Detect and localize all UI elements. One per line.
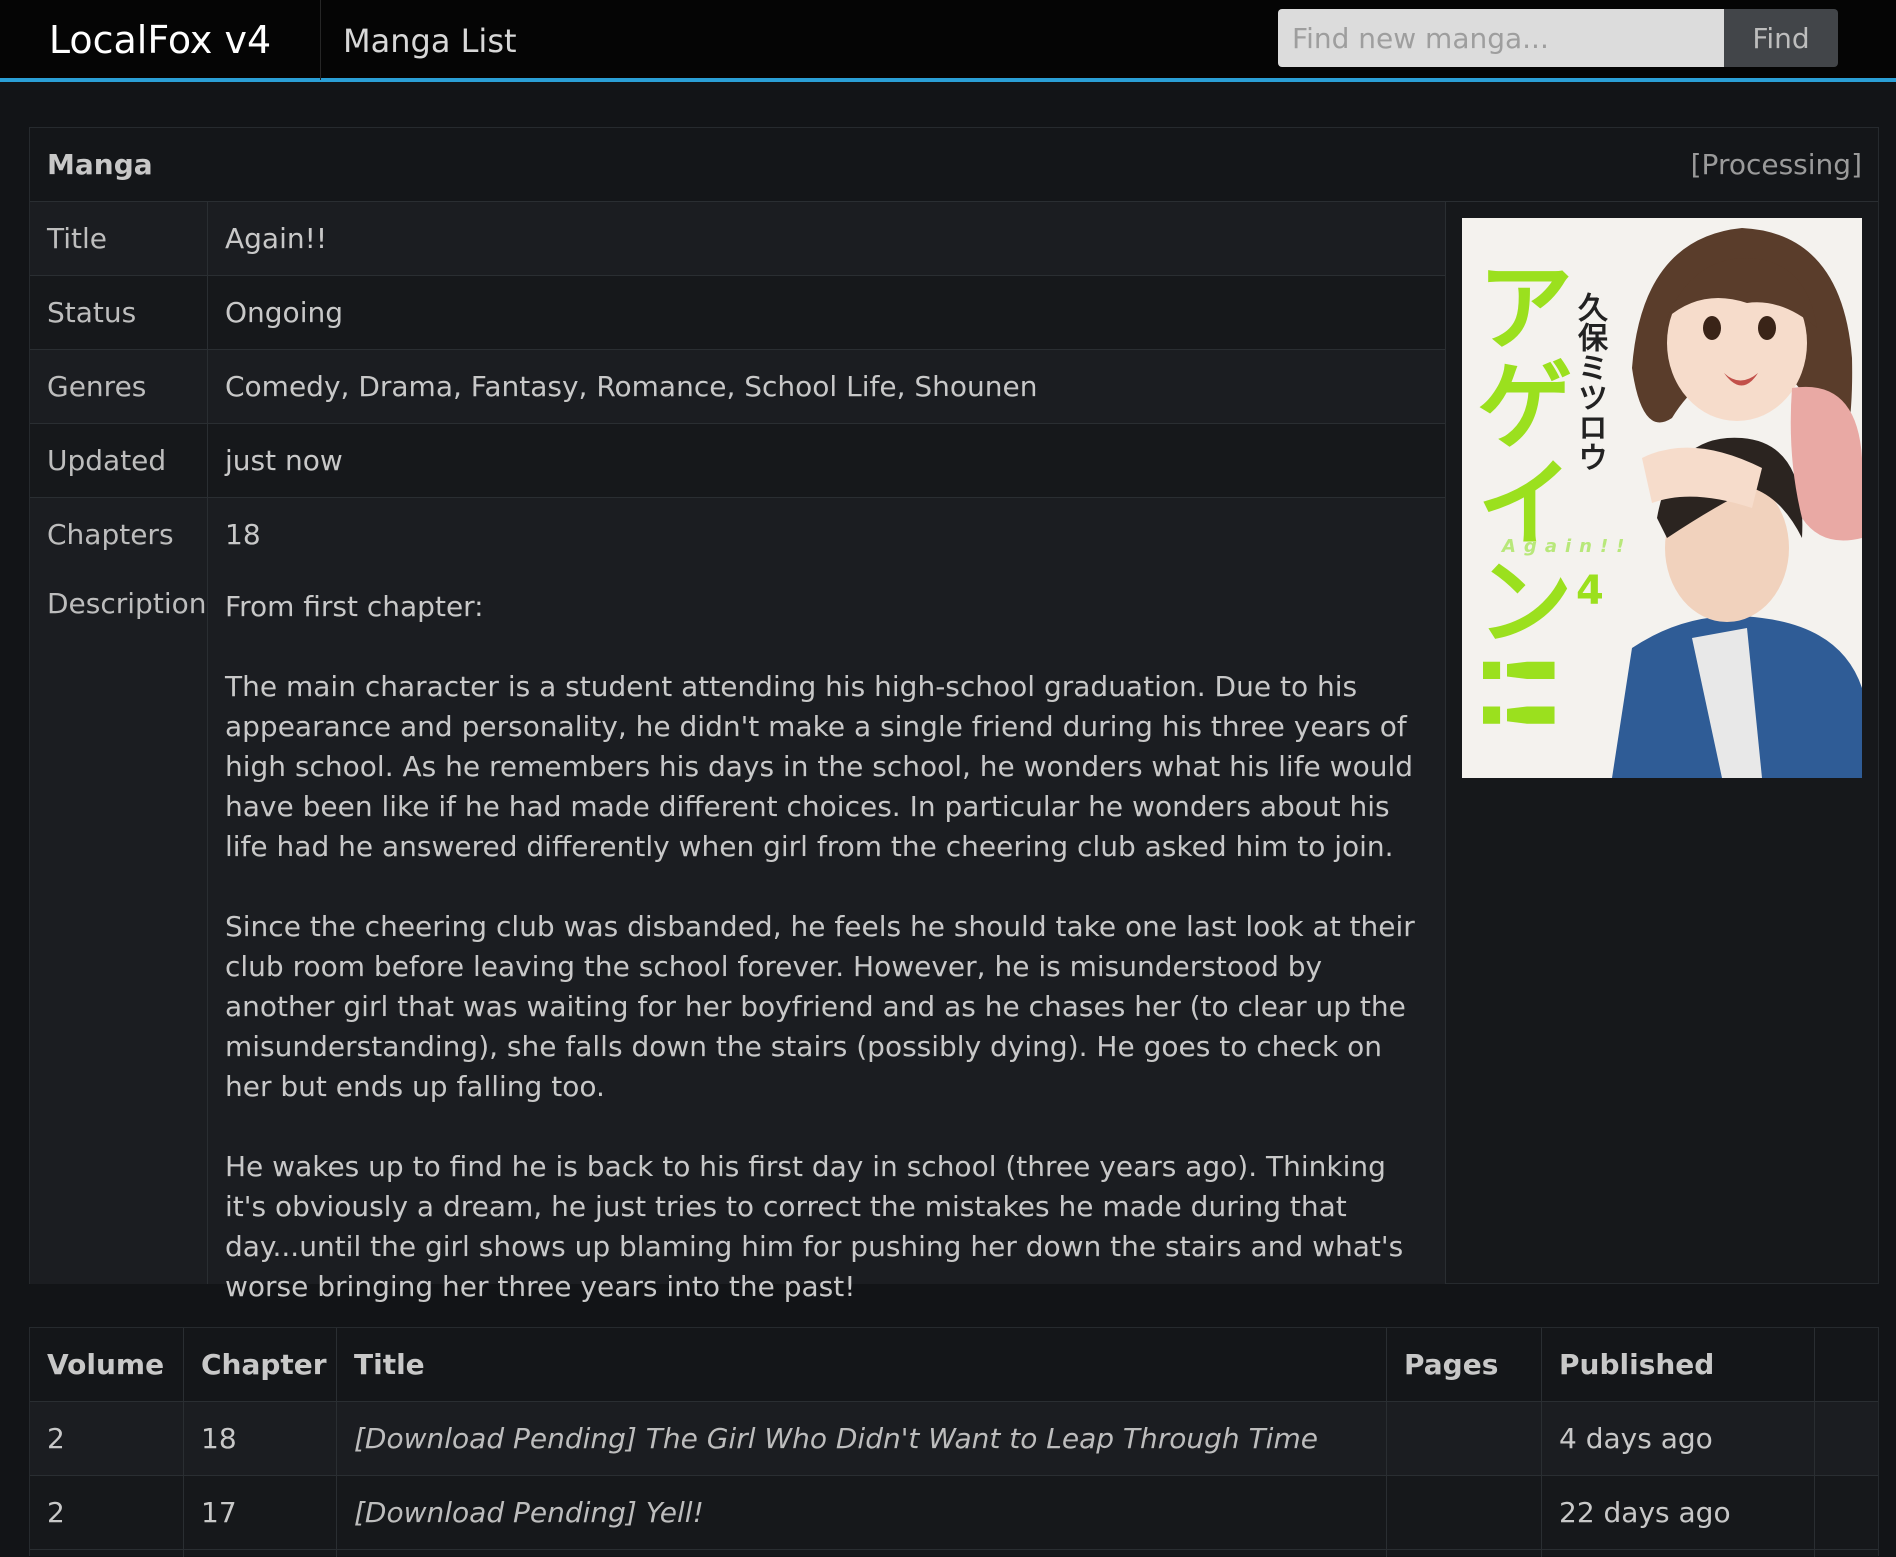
cover-image: アゲイン!! 久保ミツロウ Again!! 4 bbox=[1462, 218, 1862, 778]
column-header-pages[interactable]: Pages bbox=[1404, 1328, 1498, 1401]
row-chapters: Chapters 18 bbox=[30, 498, 1445, 572]
value-updated: just now bbox=[225, 444, 343, 477]
cell-chapter-title[interactable]: [Download Pending] Yell! bbox=[354, 1476, 704, 1550]
description-paragraph: From first chapter: bbox=[225, 590, 484, 623]
column-divider bbox=[1445, 201, 1446, 1284]
row-title: Title Again!! bbox=[30, 202, 1445, 276]
column-header-title[interactable]: Title bbox=[354, 1328, 425, 1401]
top-navbar: LocalFox v4 Manga List Find bbox=[0, 0, 1896, 82]
cell-chapter-title[interactable]: [Download Pending] The Girl Who Didn't W… bbox=[354, 1402, 1318, 1476]
column-header-chapter[interactable]: Chapter bbox=[201, 1328, 327, 1401]
value-title: Again!! bbox=[225, 222, 328, 255]
row-genres: Genres Comedy, Drama, Fantasy, Romance, … bbox=[30, 350, 1445, 424]
column-header-volume[interactable]: Volume bbox=[47, 1328, 164, 1401]
nav-link-manga-list[interactable]: Manga List bbox=[343, 0, 517, 80]
cell-volume: 2 bbox=[47, 1422, 65, 1455]
label-chapters: Chapters bbox=[47, 518, 174, 551]
description-paragraph: Since the cheering club was disbanded, h… bbox=[225, 910, 1415, 1103]
column-divider bbox=[1541, 1328, 1542, 1557]
value-description: From first chapter: The main character i… bbox=[225, 587, 1430, 1307]
column-divider bbox=[207, 201, 208, 1284]
label-title: Title bbox=[47, 222, 108, 255]
description-paragraph: He wakes up to find he is back to his fi… bbox=[225, 1150, 1404, 1303]
column-divider bbox=[336, 1328, 337, 1557]
value-status: Ongoing bbox=[225, 296, 343, 329]
cell-volume: 2 bbox=[47, 1496, 65, 1529]
chapter-table-header: Volume Chapter Title Pages Published bbox=[30, 1328, 1878, 1402]
panel-title: Manga bbox=[47, 148, 153, 181]
row-status: Status Ongoing bbox=[30, 276, 1445, 350]
label-genres: Genres bbox=[47, 370, 147, 403]
description-paragraph: The main character is a student attendin… bbox=[225, 670, 1414, 863]
label-description: Description bbox=[47, 587, 207, 620]
column-header-published[interactable]: Published bbox=[1559, 1328, 1714, 1401]
cell-published: 22 days ago bbox=[1559, 1496, 1731, 1529]
table-row[interactable]: 2 17 [Download Pending] Yell! 22 days ag… bbox=[30, 1476, 1878, 1550]
row-updated: Updated just now bbox=[30, 424, 1445, 498]
cover-subtitle: Again!! bbox=[1502, 536, 1633, 557]
value-chapters: 18 bbox=[225, 518, 261, 551]
cell-chapter: 17 bbox=[201, 1496, 237, 1529]
column-divider bbox=[1386, 1328, 1387, 1557]
cover-author-kana: 久保ミツロウ bbox=[1572, 292, 1607, 472]
cell-chapter: 18 bbox=[201, 1422, 237, 1455]
chapter-table: Volume Chapter Title Pages Published 2 1… bbox=[29, 1327, 1879, 1557]
cover-volume-number: 4 bbox=[1576, 568, 1604, 614]
cover-title-kana: アゲイン!! bbox=[1462, 256, 1573, 738]
column-divider bbox=[1814, 1328, 1815, 1557]
search-input[interactable] bbox=[1278, 9, 1724, 67]
label-updated: Updated bbox=[47, 444, 167, 477]
table-row[interactable]: 2 18 [Download Pending] The Girl Who Did… bbox=[30, 1402, 1878, 1476]
row-description: Description From first chapter: The main… bbox=[30, 571, 1445, 1303]
cell-published: 4 days ago bbox=[1559, 1422, 1713, 1455]
panel-header: Manga [Processing] bbox=[30, 128, 1878, 202]
processing-status: [Processing] bbox=[1690, 148, 1862, 181]
column-divider bbox=[183, 1328, 184, 1557]
manga-detail-panel: Manga [Processing] Title Again!! Status … bbox=[29, 127, 1879, 1303]
find-button[interactable]: Find bbox=[1724, 9, 1838, 67]
value-genres: Comedy, Drama, Fantasy, Romance, School … bbox=[225, 370, 1038, 403]
brand-logo[interactable]: LocalFox v4 bbox=[0, 0, 321, 80]
label-status: Status bbox=[47, 296, 137, 329]
